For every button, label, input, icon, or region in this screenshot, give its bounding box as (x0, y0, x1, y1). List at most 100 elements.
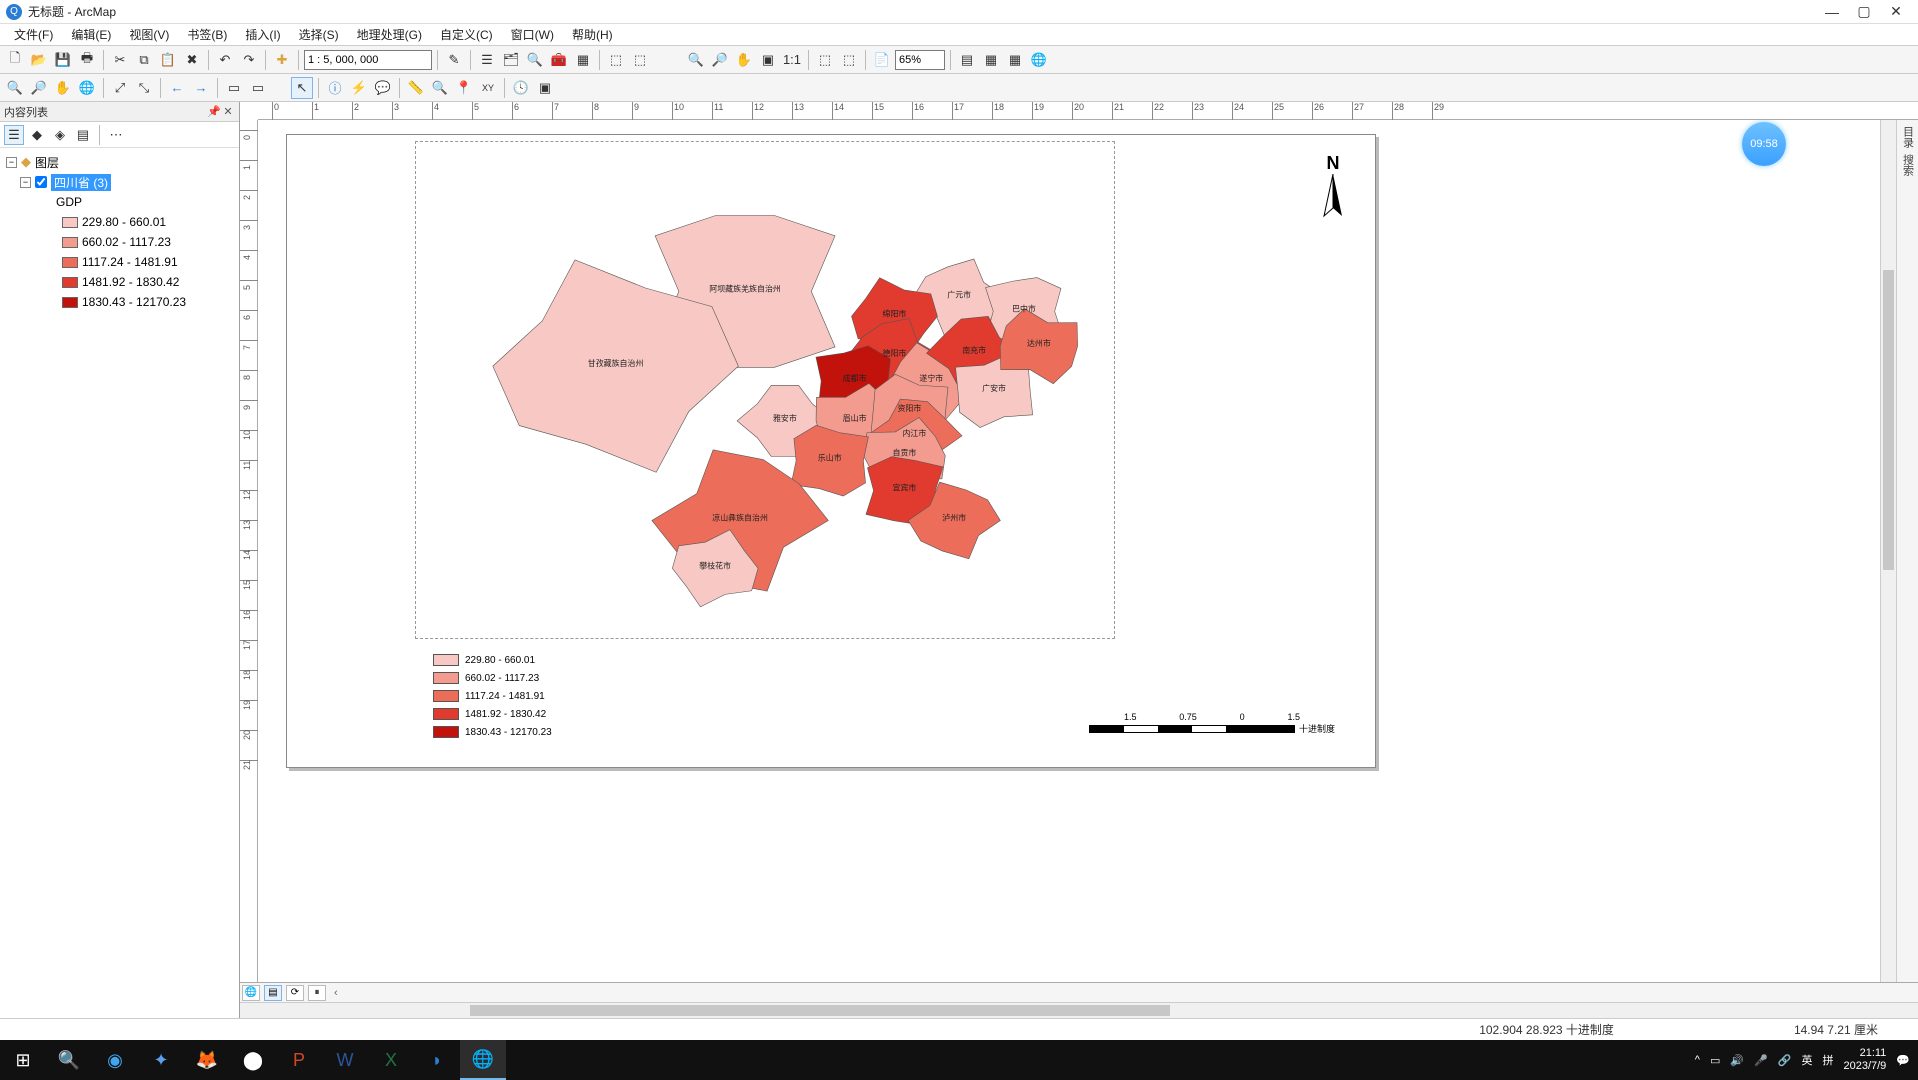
change-layout-icon[interactable]: ▦ (1004, 49, 1026, 71)
map-scale-combo[interactable] (304, 50, 432, 70)
network-icon[interactable]: 🔗 (1778, 1054, 1792, 1067)
notifications-icon[interactable]: 💬 (1896, 1054, 1910, 1067)
open-icon[interactable]: 📂 (28, 49, 50, 71)
find-icon[interactable]: 🔍 (429, 77, 451, 99)
go-to-xy-icon[interactable]: XY (477, 77, 499, 99)
menu-书签(B)[interactable]: 书签(B) (179, 24, 235, 45)
time-slider-icon[interactable]: 🕓 (510, 77, 532, 99)
catalog-icon[interactable]: 🗂 (500, 49, 522, 71)
powerpoint-icon[interactable]: P (276, 1040, 322, 1080)
toc-class-row[interactable]: 1117.24 - 1481.91 (6, 252, 233, 272)
dock-tab-目录[interactable]: 目录 (1900, 126, 1916, 148)
toc-icon[interactable]: ☰ (476, 49, 498, 71)
arcmap-taskbar-icon[interactable]: 🌐 (460, 1040, 506, 1080)
toc-class-row[interactable]: 1830.43 - 12170.23 (6, 292, 233, 312)
menu-地理处理(G)[interactable]: 地理处理(G) (349, 24, 430, 45)
word-icon[interactable]: W (322, 1040, 368, 1080)
chrome-icon[interactable]: ⬤ (230, 1040, 276, 1080)
print-icon[interactable]: 🖶 (76, 49, 98, 71)
toc-layer-row[interactable]: − 四川省 (3) (6, 172, 233, 192)
search-icon[interactable]: 🔍 (46, 1040, 92, 1080)
layer-name[interactable]: 四川省 (3) (51, 174, 111, 191)
list-by-drawing-order-icon[interactable]: ☰ (4, 125, 24, 145)
start-button[interactable]: ⊞ (0, 1040, 46, 1080)
menu-文件(F)[interactable]: 文件(F) (6, 24, 61, 45)
layout-canvas[interactable]: 阿坝藏族羌族自治州甘孜藏族自治州广元市巴中市绵阳市德阳市成都市遂宁市南充市广安市… (258, 120, 1896, 982)
html-popup-icon[interactable]: 💬 (372, 77, 394, 99)
focus-data-frame-icon[interactable]: ▦ (980, 49, 1002, 71)
toc-close-icon[interactable]: ✕ (221, 105, 235, 118)
undo-icon[interactable]: ↶ (214, 49, 236, 71)
pan-icon[interactable]: ✋ (52, 77, 74, 99)
maximize-button[interactable]: ▢ (1848, 1, 1880, 23)
close-button[interactable]: ✕ (1880, 1, 1912, 23)
arc-toolbox-icon[interactable]: 🧰 (548, 49, 570, 71)
cut-icon[interactable]: ✂ (109, 49, 131, 71)
menu-插入(I)[interactable]: 插入(I) (237, 24, 288, 45)
redo-icon[interactable]: ↷ (238, 49, 260, 71)
prev-extent-icon[interactable]: ← (166, 77, 188, 99)
fixed-zoom-in-icon[interactable]: ⤢ (109, 77, 131, 99)
volume-icon[interactable]: 🔊 (1730, 1054, 1744, 1067)
layer-visibility-checkbox[interactable] (35, 176, 47, 188)
map-legend[interactable]: 229.80 - 660.01660.02 - 1117.231117.24 -… (433, 651, 552, 741)
measure-icon[interactable]: 📏 (405, 77, 427, 99)
menu-编辑(E)[interactable]: 编辑(E) (63, 24, 119, 45)
toc-class-row[interactable]: 229.80 - 660.01 (6, 212, 233, 232)
model-builder-icon[interactable]: ⬚ (605, 49, 627, 71)
app-icon-1[interactable]: ✦ (138, 1040, 184, 1080)
firefox-icon[interactable]: 🦊 (184, 1040, 230, 1080)
results-icon[interactable]: ⬚ (629, 49, 651, 71)
ime-mode[interactable]: 拼 (1822, 1052, 1833, 1068)
toc-root-row[interactable]: − ◆ 图层 (6, 152, 233, 172)
hyperlink-icon[interactable]: ⚡ (348, 77, 370, 99)
paste-icon[interactable]: 📋 (157, 49, 179, 71)
full-extent-icon[interactable]: 🌐 (76, 77, 98, 99)
layout-zoom-out-icon[interactable]: 🔎 (709, 49, 731, 71)
search-window-icon[interactable]: 🔍 (524, 49, 546, 71)
toc-class-row[interactable]: 1481.92 - 1830.42 (6, 272, 233, 292)
layout-zoom-whole-icon[interactable]: ▣ (757, 49, 779, 71)
add-data-icon[interactable]: ✚ (271, 49, 293, 71)
chevron-left-icon[interactable]: ‹ (334, 987, 338, 999)
find-route-icon[interactable]: 📍 (453, 77, 475, 99)
battery-icon[interactable]: ▭ (1710, 1054, 1720, 1067)
pause-drawing-icon[interactable]: ⏸ (308, 985, 326, 1001)
identify-icon[interactable]: ⓘ (324, 77, 346, 99)
clear-selection-icon[interactable]: ▭ (247, 77, 269, 99)
collapse-icon[interactable]: − (20, 177, 31, 188)
copy-icon[interactable]: ⧉ (133, 49, 155, 71)
dock-tab-搜索[interactable]: 搜索 (1900, 154, 1916, 176)
list-by-source-icon[interactable]: ◆ (27, 125, 47, 145)
editor-toolbar-icon[interactable]: ✎ (443, 49, 465, 71)
layout-view-tab[interactable]: ▤ (264, 985, 282, 1001)
toggle-draft-icon[interactable]: ▤ (956, 49, 978, 71)
toc-tree[interactable]: − ◆ 图层 − 四川省 (3) GDP 229.80 - 660.01660.… (0, 148, 239, 1018)
tray-chevron-icon[interactable]: ^ (1695, 1054, 1700, 1066)
edge-icon[interactable]: ◉ (92, 1040, 138, 1080)
data-frame-props-icon[interactable]: 🌐 (1028, 49, 1050, 71)
pin-icon[interactable]: 📌 (207, 105, 221, 118)
menu-自定义(C)[interactable]: 自定义(C) (432, 24, 501, 45)
menu-窗口(W)[interactable]: 窗口(W) (503, 24, 562, 45)
list-by-visibility-icon[interactable]: ◈ (50, 125, 70, 145)
scale-bar[interactable]: 1.50.7501.5 十进制度 (1089, 712, 1335, 735)
ime-lang[interactable]: 英 (1801, 1052, 1812, 1068)
select-features-icon[interactable]: ▭ (223, 77, 245, 99)
floating-timer-widget[interactable]: 09:58 (1742, 122, 1786, 166)
delete-icon[interactable]: ✖ (181, 49, 203, 71)
taskbar-clock[interactable]: 21:11 2023/7/9 (1843, 1047, 1886, 1073)
app-icon-2[interactable]: ◗ (414, 1040, 460, 1080)
north-arrow[interactable]: N (1313, 153, 1353, 223)
layout-zoom-combo[interactable] (895, 50, 945, 70)
zoom-in-icon[interactable]: 🔍 (4, 77, 26, 99)
menu-选择(S)[interactable]: 选择(S) (291, 24, 347, 45)
toc-class-row[interactable]: 660.02 - 1117.23 (6, 232, 233, 252)
next-extent-icon[interactable]: → (190, 77, 212, 99)
zoom-out-icon[interactable]: 🔎 (28, 77, 50, 99)
menu-帮助(H)[interactable]: 帮助(H) (564, 24, 621, 45)
layout-next-icon[interactable]: ⬚ (838, 49, 860, 71)
excel-icon[interactable]: X (368, 1040, 414, 1080)
refresh-icon[interactable]: ⟳ (286, 985, 304, 1001)
select-elements-icon[interactable]: ↖ (291, 77, 313, 99)
